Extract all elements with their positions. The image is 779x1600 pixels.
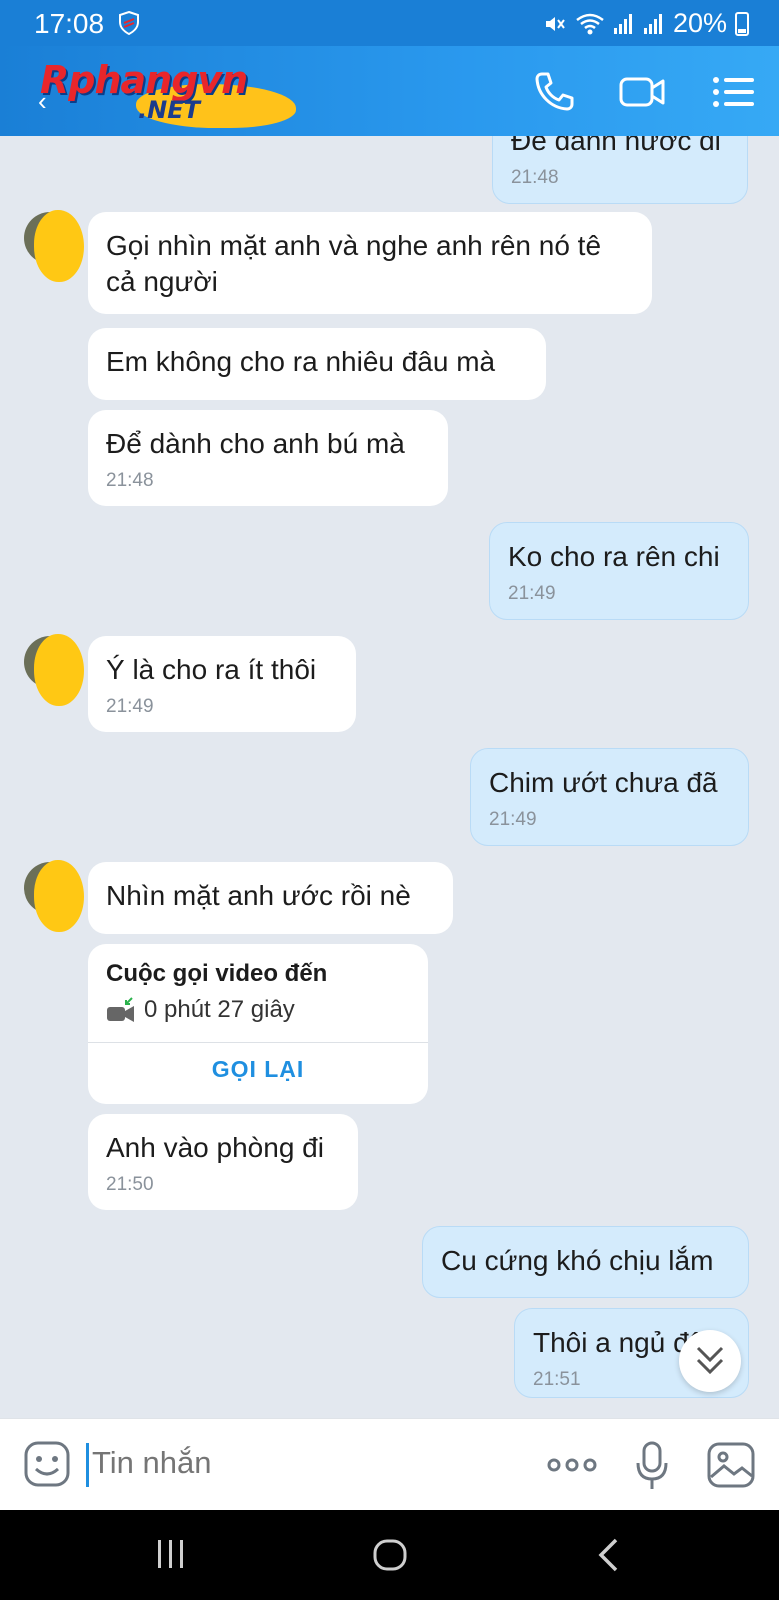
message-text: Chim ướt chưa đã bbox=[489, 767, 718, 798]
message-text: Gọi nhìn mặt anh và nghe anh rên nó tê c… bbox=[106, 230, 602, 297]
call-duration-row: 0 phút 27 giây bbox=[106, 996, 295, 1024]
message-text: Để dành nước đi bbox=[511, 136, 721, 156]
message-text: Anh vào phòng đi bbox=[106, 1132, 324, 1163]
chat-header: Rphangvn .NET ‹ bbox=[0, 46, 779, 136]
message-text: Để dành cho anh bú mà bbox=[106, 428, 405, 459]
sticker-emoji-icon[interactable] bbox=[24, 1441, 70, 1487]
divider bbox=[88, 1042, 428, 1043]
call-back-button[interactable]: GỌI LẠI bbox=[88, 1056, 428, 1083]
phone-call-button[interactable] bbox=[530, 68, 578, 116]
double-chevron-down-icon bbox=[696, 1346, 724, 1375]
avatar[interactable] bbox=[24, 860, 84, 932]
message-incoming[interactable]: Để dành cho anh bú mà 21:48 bbox=[88, 410, 448, 506]
signal-icon bbox=[613, 13, 632, 34]
watermark-logo: Rphangvn .NET bbox=[36, 58, 296, 130]
message-text: Ý là cho ra ít thôi bbox=[106, 654, 317, 685]
video-call-card: Cuộc gọi video đến 0 phút 27 giây GỌI LẠ… bbox=[88, 944, 428, 1104]
message-time: 21:48 bbox=[106, 470, 154, 491]
message-time: 21:50 bbox=[106, 1174, 154, 1195]
signal-icon bbox=[643, 13, 662, 34]
text-cursor bbox=[86, 1443, 89, 1487]
microphone-icon[interactable] bbox=[634, 1441, 670, 1491]
back-icon[interactable] bbox=[596, 1538, 620, 1572]
video-call-button[interactable] bbox=[618, 68, 666, 116]
message-input[interactable] bbox=[92, 1445, 512, 1481]
call-duration: 0 phút 27 giây bbox=[144, 996, 295, 1023]
phone-call-icon bbox=[535, 72, 574, 111]
menu-list-icon bbox=[713, 77, 754, 107]
shield-icon bbox=[119, 11, 139, 35]
recent-apps-icon[interactable] bbox=[156, 1538, 186, 1570]
scroll-to-bottom-button[interactable] bbox=[679, 1330, 741, 1392]
message-incoming[interactable]: Ý là cho ra ít thôi 21:49 bbox=[88, 636, 356, 732]
message-text: Ko cho ra rên chi bbox=[508, 541, 720, 572]
message-outgoing[interactable]: Chim ướt chưa đã 21:49 bbox=[470, 748, 749, 846]
message-time: 21:49 bbox=[106, 696, 154, 717]
message-incoming[interactable]: Anh vào phòng đi 21:50 bbox=[88, 1114, 358, 1210]
message-outgoing[interactable]: Cu cứng khó chịu lắm bbox=[422, 1226, 749, 1298]
status-bar: 17:08 20% bbox=[0, 0, 779, 46]
message-time: 21:49 bbox=[508, 583, 556, 604]
call-title: Cuộc gọi video đến bbox=[106, 960, 328, 987]
back-arrow-icon[interactable]: ‹ bbox=[38, 86, 47, 117]
video-call-icon bbox=[619, 77, 665, 107]
battery-percent: 20% bbox=[672, 8, 727, 38]
home-icon[interactable] bbox=[372, 1538, 408, 1572]
image-picker-icon[interactable] bbox=[706, 1441, 756, 1489]
message-time: 21:48 bbox=[511, 167, 559, 188]
avatar[interactable] bbox=[24, 210, 84, 282]
status-time: 17:08 bbox=[34, 8, 105, 39]
message-incoming[interactable]: Em không cho ra nhiêu đâu mà bbox=[88, 328, 546, 400]
android-nav-bar bbox=[0, 1510, 779, 1600]
message-composer bbox=[0, 1418, 779, 1510]
message-time: 21:49 bbox=[489, 809, 537, 830]
message-outgoing[interactable]: Ko cho ra rên chi 21:49 bbox=[489, 522, 749, 620]
message-text: Cu cứng khó chịu lắm bbox=[441, 1245, 714, 1276]
menu-button[interactable] bbox=[710, 68, 758, 116]
battery-icon bbox=[735, 11, 749, 36]
message-outgoing[interactable]: Để dành nước đi 21:48 bbox=[492, 136, 748, 204]
message-text: Em không cho ra nhiêu đâu mà bbox=[106, 346, 496, 377]
mute-icon bbox=[545, 16, 565, 31]
logo-subtext: .NET bbox=[138, 96, 200, 124]
message-incoming[interactable]: Gọi nhìn mặt anh và nghe anh rên nó tê c… bbox=[88, 212, 652, 314]
avatar[interactable] bbox=[24, 634, 84, 706]
more-options-icon[interactable] bbox=[546, 1447, 598, 1483]
wifi-icon bbox=[576, 13, 604, 34]
incoming-video-call-icon bbox=[107, 997, 134, 1022]
status-icons: 20% bbox=[543, 8, 749, 39]
message-incoming[interactable]: Nhìn mặt anh ước rồi nè bbox=[88, 862, 453, 934]
message-text: Nhìn mặt anh ước rồi nè bbox=[106, 880, 411, 911]
